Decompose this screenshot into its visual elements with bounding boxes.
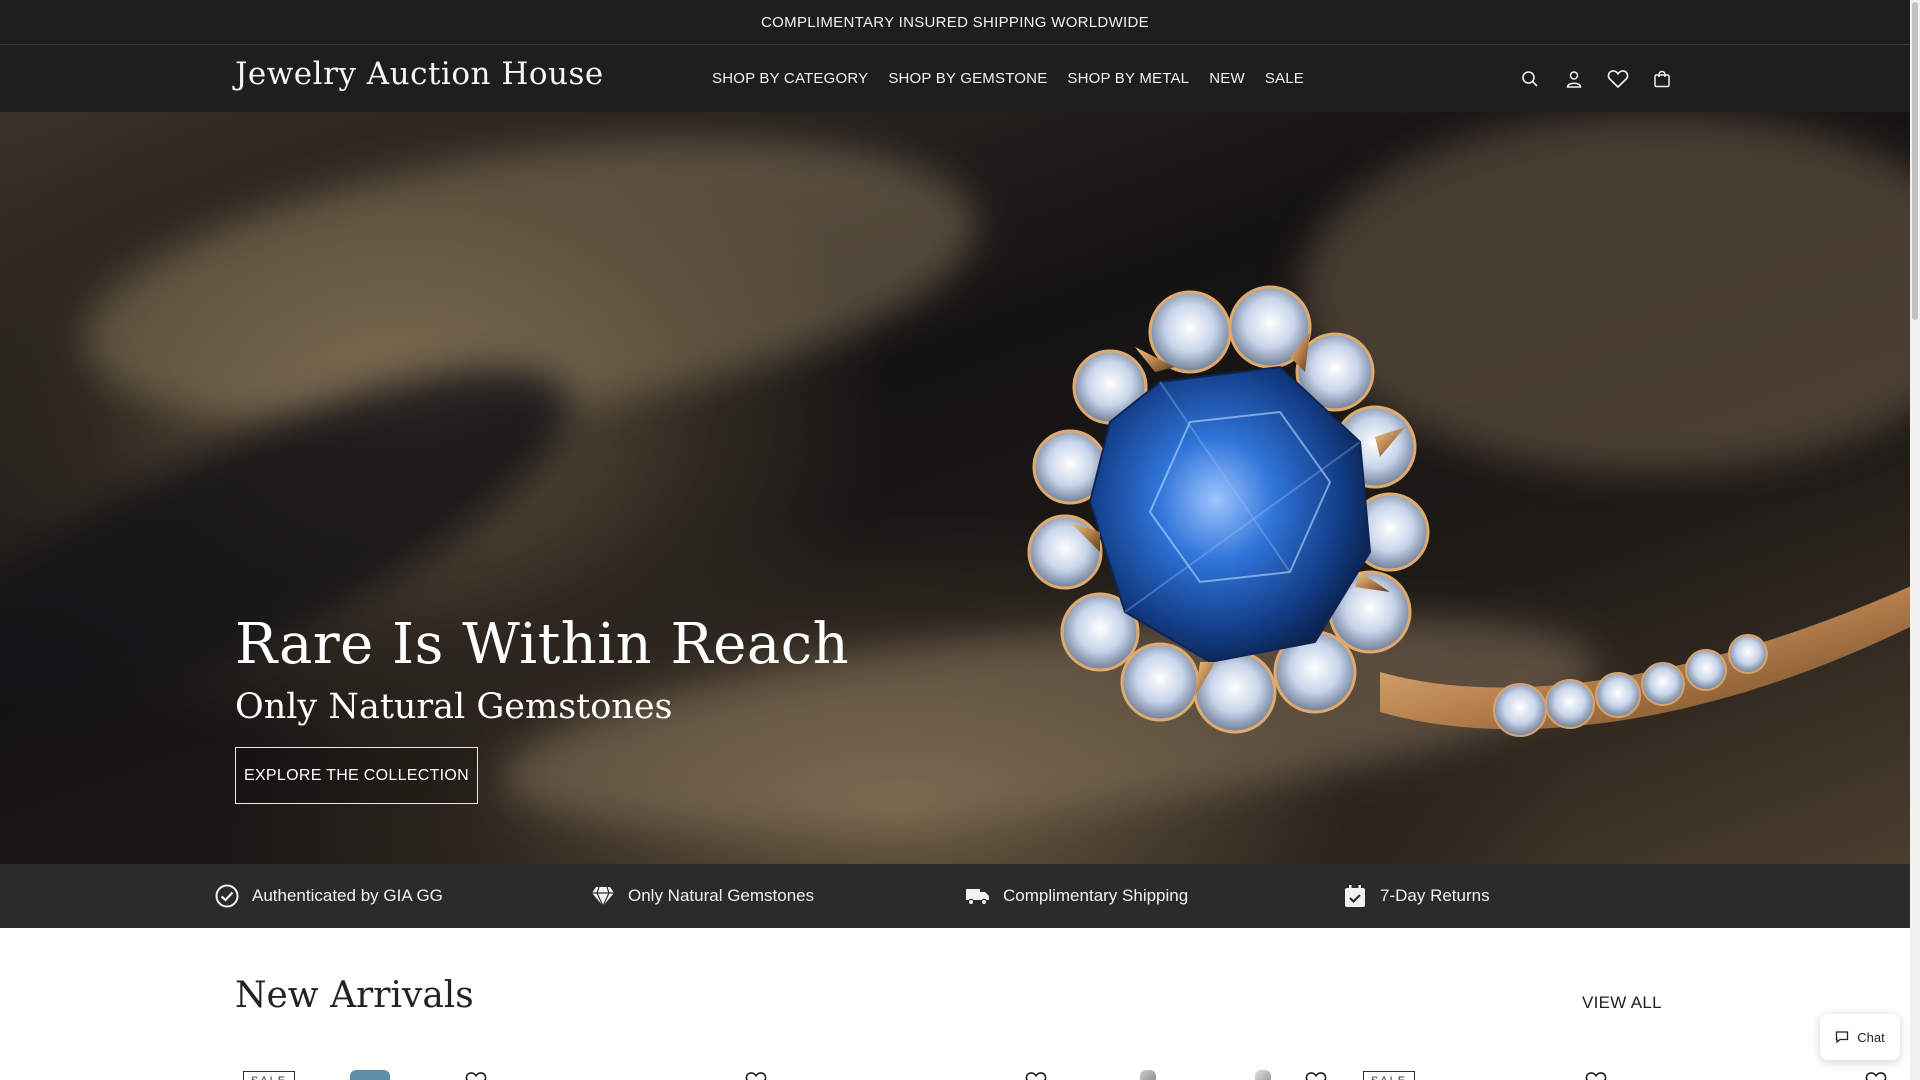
trust-label: Authenticated by GIA GG xyxy=(252,886,443,905)
diamond-icon xyxy=(590,883,616,909)
sapphire-ring-image xyxy=(1027,285,1910,737)
site-header: Jewelry Auction House SHOP BY CATEGORY S… xyxy=(0,45,1910,112)
trust-label: Only Natural Gemstones xyxy=(628,886,815,905)
chat-label: Chat xyxy=(1857,1029,1885,1045)
search-icon[interactable] xyxy=(1508,65,1552,93)
hero-subtitle: Only Natural Gemstones xyxy=(235,687,673,727)
nav-shop-by-gemstone[interactable]: SHOP BY GEMSTONE xyxy=(878,70,1057,87)
trust-item-shipping: Complimentary Shipping xyxy=(965,864,1188,928)
wishlist-heart-icon[interactable] xyxy=(1865,1071,1887,1080)
product-card[interactable]: SALE xyxy=(1355,1068,1635,1080)
scrollbar-thumb[interactable] xyxy=(1912,2,1918,320)
chat-bubble-icon xyxy=(1836,1031,1849,1044)
wishlist-heart-icon[interactable] xyxy=(1585,1071,1607,1080)
nav-new[interactable]: NEW xyxy=(1199,70,1255,87)
chat-button[interactable]: Chat xyxy=(1820,1014,1900,1060)
nav-sale[interactable]: SALE xyxy=(1255,70,1314,87)
product-card[interactable] xyxy=(1635,1068,1915,1080)
trust-item-natural-gemstones: Only Natural Gemstones xyxy=(590,864,814,928)
header-icons xyxy=(1508,65,1684,93)
page: COMPLIMENTARY INSURED SHIPPING WORLDWIDE… xyxy=(0,0,1920,1080)
hero-banner: Rare Is Within Reach Only Natural Gemsto… xyxy=(0,112,1910,864)
wishlist-heart-icon[interactable] xyxy=(465,1071,487,1080)
product-card[interactable] xyxy=(515,1068,795,1080)
trust-label: 7-Day Returns xyxy=(1380,886,1490,905)
announcement-bar: COMPLIMENTARY INSURED SHIPPING WORLDWIDE xyxy=(0,0,1910,45)
truck-icon xyxy=(965,883,991,909)
trust-item-returns: 7-Day Returns xyxy=(1342,864,1490,928)
trust-label: Complimentary Shipping xyxy=(1003,886,1189,905)
product-image[interactable] xyxy=(350,1070,390,1080)
trust-item-authenticated: Authenticated by GIA GG xyxy=(214,864,443,928)
wishlist-heart-icon[interactable] xyxy=(1596,65,1640,93)
check-circle-icon xyxy=(214,883,240,909)
account-icon[interactable] xyxy=(1552,65,1596,93)
view-all-link[interactable]: VIEW ALL xyxy=(1582,993,1662,1013)
product-image[interactable] xyxy=(1140,1070,1156,1080)
hero-title: Rare Is Within Reach xyxy=(235,612,850,677)
trust-bar: Authenticated by GIA GG Only Natural Gem… xyxy=(0,864,1910,928)
explore-collection-button[interactable]: EXPLORE THE COLLECTION xyxy=(235,747,478,804)
product-image[interactable] xyxy=(1255,1070,1271,1080)
wishlist-heart-icon[interactable] xyxy=(1025,1071,1047,1080)
calendar-check-icon xyxy=(1342,883,1368,909)
wishlist-heart-icon[interactable] xyxy=(1305,1071,1327,1080)
product-card[interactable]: SALE xyxy=(235,1068,515,1080)
main-nav: SHOP BY CATEGORY SHOP BY GEMSTONE SHOP B… xyxy=(702,45,1314,112)
cart-bag-icon[interactable] xyxy=(1640,65,1684,93)
product-card[interactable] xyxy=(795,1068,1075,1080)
wishlist-heart-icon[interactable] xyxy=(745,1071,767,1080)
product-card[interactable] xyxy=(1075,1068,1355,1080)
announcement-text: COMPLIMENTARY INSURED SHIPPING WORLDWIDE xyxy=(761,13,1149,31)
new-arrivals-heading: New Arrivals xyxy=(235,975,474,1016)
sale-badge: SALE xyxy=(243,1071,295,1080)
sale-badge: SALE xyxy=(1363,1071,1415,1080)
nav-shop-by-metal[interactable]: SHOP BY METAL xyxy=(1057,70,1199,87)
nav-shop-by-category[interactable]: SHOP BY CATEGORY xyxy=(702,70,878,87)
site-logo[interactable]: Jewelry Auction House xyxy=(235,56,604,92)
page-scrollbar[interactable] xyxy=(1910,0,1920,1080)
